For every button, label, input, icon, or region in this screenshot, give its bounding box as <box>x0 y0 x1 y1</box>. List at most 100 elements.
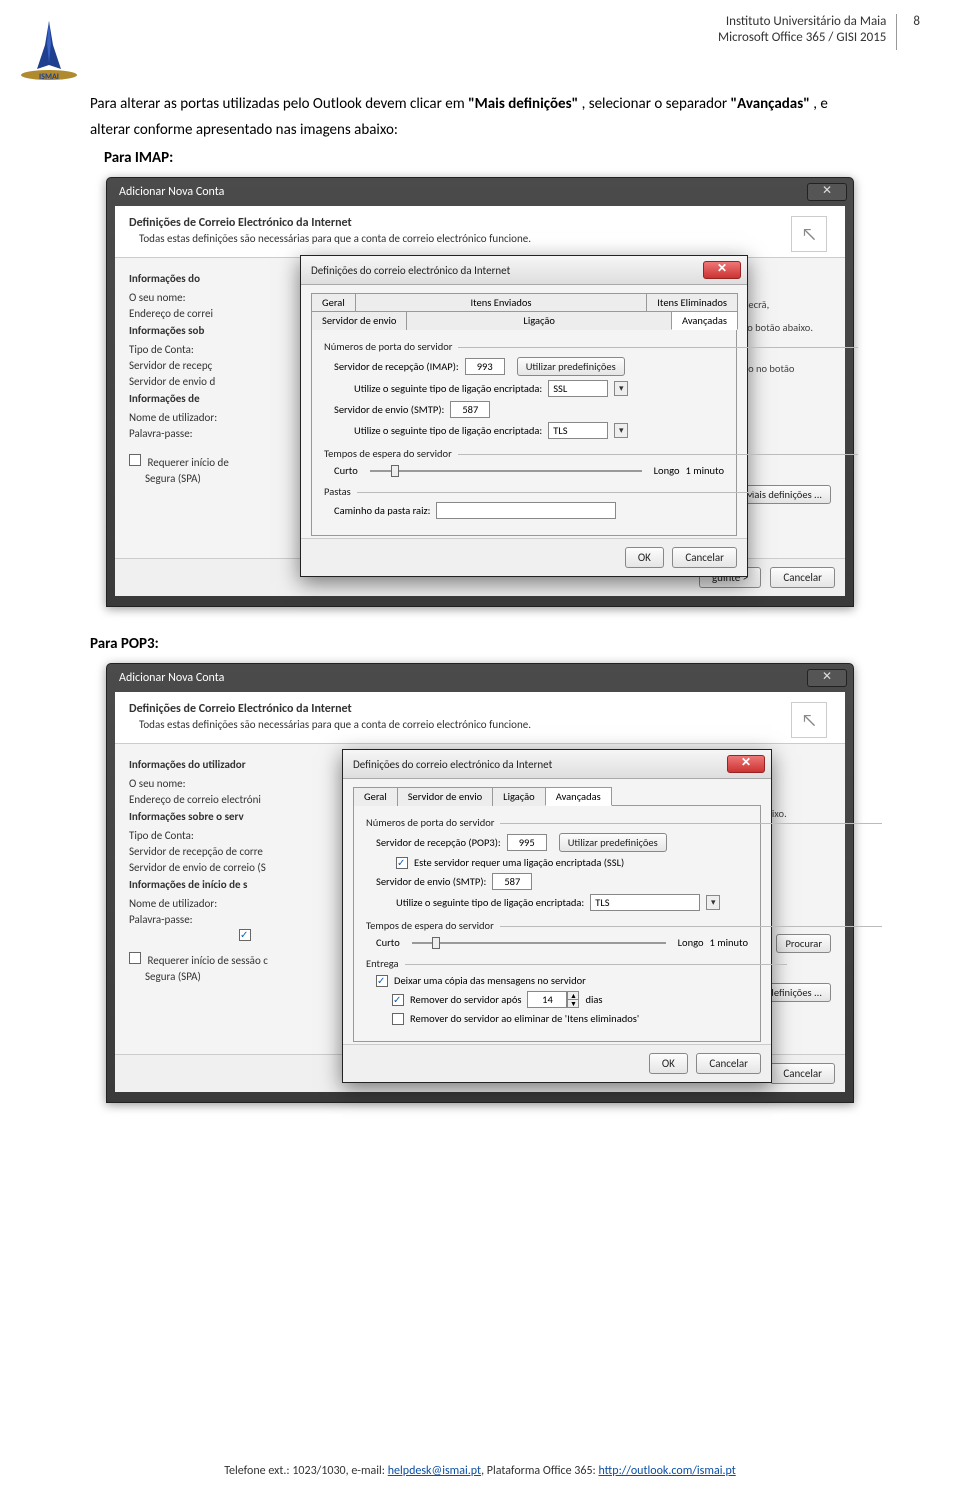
defaults-button[interactable]: Utilizar predefinições <box>517 357 625 376</box>
footer-url-link[interactable]: http://outlook.com/ismai.pt <box>598 1464 735 1478</box>
root-input[interactable] <box>436 502 616 519</box>
section-user: Informações do <box>129 272 299 285</box>
tab-connection-pop[interactable]: Ligação <box>492 787 546 806</box>
days-spinner[interactable]: 14 ▲▼ <box>527 991 579 1008</box>
wizard-header: Definições de Correio Electrónico da Int… <box>115 206 845 258</box>
institution-name: Instituto Universitário da Maia <box>718 14 886 30</box>
days-input[interactable]: 14 <box>527 991 567 1008</box>
section-login-pop: Informações de início de s <box>129 878 339 891</box>
timeout-short: Curto <box>334 464 358 477</box>
spa-checkbox[interactable] <box>129 454 141 466</box>
remove-after-checkbox[interactable] <box>392 994 404 1006</box>
cancel-button-pop[interactable]: Cancelar <box>770 1063 835 1084</box>
tab-general[interactable]: Geral <box>311 293 356 311</box>
section-delivery: Entrega <box>366 957 748 970</box>
wizard-header-sub-pop: Todas estas definições são necessárias p… <box>139 718 831 731</box>
inner-close-icon[interactable]: ✕ <box>727 755 765 773</box>
remove-on-delete-checkbox[interactable] <box>392 1013 404 1025</box>
tab-row-2: Servidor de envio Ligação Avançadas <box>311 311 737 330</box>
intro-paragraph: Para alterar as portas utilizadas pelo O… <box>90 92 870 143</box>
timeout-value: 1 minuto <box>686 464 724 477</box>
header-divider <box>896 14 897 50</box>
heading-imap: Para IMAP: <box>104 149 870 167</box>
tab-content: Números de porta do servidor Servidor de… <box>311 329 737 536</box>
browse-button[interactable]: Procurar <box>776 934 831 953</box>
chevron-down-icon[interactable]: ▾ <box>614 381 628 396</box>
cancel-button-pop[interactable]: Cancelar <box>696 1053 761 1074</box>
cursor-icon: ↖ <box>791 702 827 738</box>
spinner-down-icon[interactable]: ▼ <box>568 1000 578 1007</box>
screenshot-imap: Adicionar Nova Conta ✕ Definições de Cor… <box>106 177 854 607</box>
email-label-pop: Endereço de correio electróni <box>129 793 339 806</box>
inner-title: Definições do correio electrónico da Int… <box>311 264 510 277</box>
spa-checkbox-pop[interactable] <box>129 952 141 964</box>
close-icon[interactable]: ✕ <box>807 669 847 687</box>
defaults-button-pop[interactable]: Utilizar predefinições <box>559 833 667 852</box>
name-label: O seu nome: <box>129 291 299 304</box>
doc-subtitle: Microsoft Office 365 / GISI 2015 <box>718 30 886 46</box>
cancel-button[interactable]: Cancelar <box>672 547 737 568</box>
enc-send-combo-pop[interactable]: TLS <box>590 894 700 911</box>
tab-deleted[interactable]: Itens Eliminados <box>646 293 738 311</box>
recv-pop-input[interactable]: 995 <box>507 834 547 851</box>
cursor-icon: ↖ <box>791 216 827 252</box>
tab-outgoing[interactable]: Servidor de envio <box>311 311 407 330</box>
tab-general-pop[interactable]: Geral <box>353 787 398 806</box>
ssl-checkbox[interactable] <box>396 857 408 869</box>
recv-label: Servidor de recepç <box>129 359 299 372</box>
more-settings-button[interactable]: Mais definições ... <box>736 485 831 504</box>
send-smtp-input[interactable]: 587 <box>450 401 490 418</box>
wizard-title: Adicionar Nova Conta <box>119 185 224 199</box>
enc-recv-combo[interactable]: SSL <box>548 380 608 397</box>
send-smtp-label: Servidor de envio (SMTP): <box>334 403 444 416</box>
inner-titlebar: Definições do correio electrónico da Int… <box>301 256 747 285</box>
user-label-pop: Nome de utilizador: <box>129 897 339 910</box>
timeout-value-pop: 1 minuto <box>710 936 748 949</box>
intro-bold2: "Avançadas" <box>731 95 810 113</box>
section-ports: Números de porta do servidor <box>324 340 724 353</box>
tab-row-pop: Geral Servidor de envio Ligação Avançada… <box>353 787 761 806</box>
send-smtp-label-pop: Servidor de envio (SMTP): <box>376 875 486 888</box>
intro-part2: , selecionar o separador <box>582 95 731 113</box>
ok-button[interactable]: OK <box>625 547 664 568</box>
wizard-header-pop: Definições de Correio Electrónico da Int… <box>115 692 845 744</box>
footer-email-link[interactable]: helpdesk@ismai.pt <box>388 1464 481 1478</box>
inner-footer: OK Cancelar <box>301 538 747 576</box>
advanced-dialog-imap: Definições do correio electrónico da Int… <box>300 255 748 577</box>
spa-label-pop: Requerer início de sessão c <box>148 954 268 967</box>
ok-button-pop[interactable]: OK <box>649 1053 688 1074</box>
enc-send-combo[interactable]: TLS <box>548 422 608 439</box>
tab-outgoing-pop[interactable]: Servidor de envio <box>397 787 493 806</box>
wizard-header-title-pop: Definições de Correio Electrónico da Int… <box>129 702 831 716</box>
recv-imap-input[interactable]: 993 <box>465 358 505 375</box>
tab-advanced-pop[interactable]: Avançadas <box>545 787 612 806</box>
inner-close-icon[interactable]: ✕ <box>703 261 741 279</box>
timeout-slider[interactable] <box>370 470 642 472</box>
cancel-button[interactable]: Cancelar <box>770 567 835 588</box>
leave-copy-checkbox[interactable] <box>376 975 388 987</box>
tab-sent[interactable]: Itens Enviados <box>355 293 648 311</box>
timeout-short-pop: Curto <box>376 936 400 949</box>
logo-icon: ISMAI <box>17 17 81 81</box>
tab-advanced[interactable]: Avançadas <box>671 311 738 330</box>
spa-line2-pop: Segura (SPA) <box>145 970 339 983</box>
spa-line2: Segura (SPA) <box>145 472 299 485</box>
remember-checkbox[interactable] <box>239 929 251 941</box>
chevron-down-icon[interactable]: ▾ <box>706 895 720 910</box>
wizard-header-sub: Todas estas definições são necessárias p… <box>139 232 831 245</box>
send-label: Servidor de envio d <box>129 375 299 388</box>
page-number: 8 <box>907 14 920 29</box>
timeout-long: Longo <box>654 464 680 477</box>
chevron-down-icon[interactable]: ▾ <box>614 423 628 438</box>
screenshot-pop3: Adicionar Nova Conta ✕ Definições de Cor… <box>106 663 854 1103</box>
tab-connection[interactable]: Ligação <box>406 311 672 330</box>
header-right: Instituto Universitário da Maia Microsof… <box>718 14 920 50</box>
timeout-slider-pop[interactable] <box>412 942 666 944</box>
close-icon[interactable]: ✕ <box>807 183 847 201</box>
page-footer: Telefone ext.: 1023/1030, e-mail: helpde… <box>0 1464 960 1478</box>
intro-part1: Para alterar as portas utilizadas pelo O… <box>90 95 468 113</box>
user-label: Nome de utilizador: <box>129 411 299 424</box>
section-user-pop: Informações do utilizador <box>129 758 339 771</box>
send-smtp-input-pop[interactable]: 587 <box>492 873 532 890</box>
section-server-pop: Informações sobre o serv <box>129 810 339 823</box>
